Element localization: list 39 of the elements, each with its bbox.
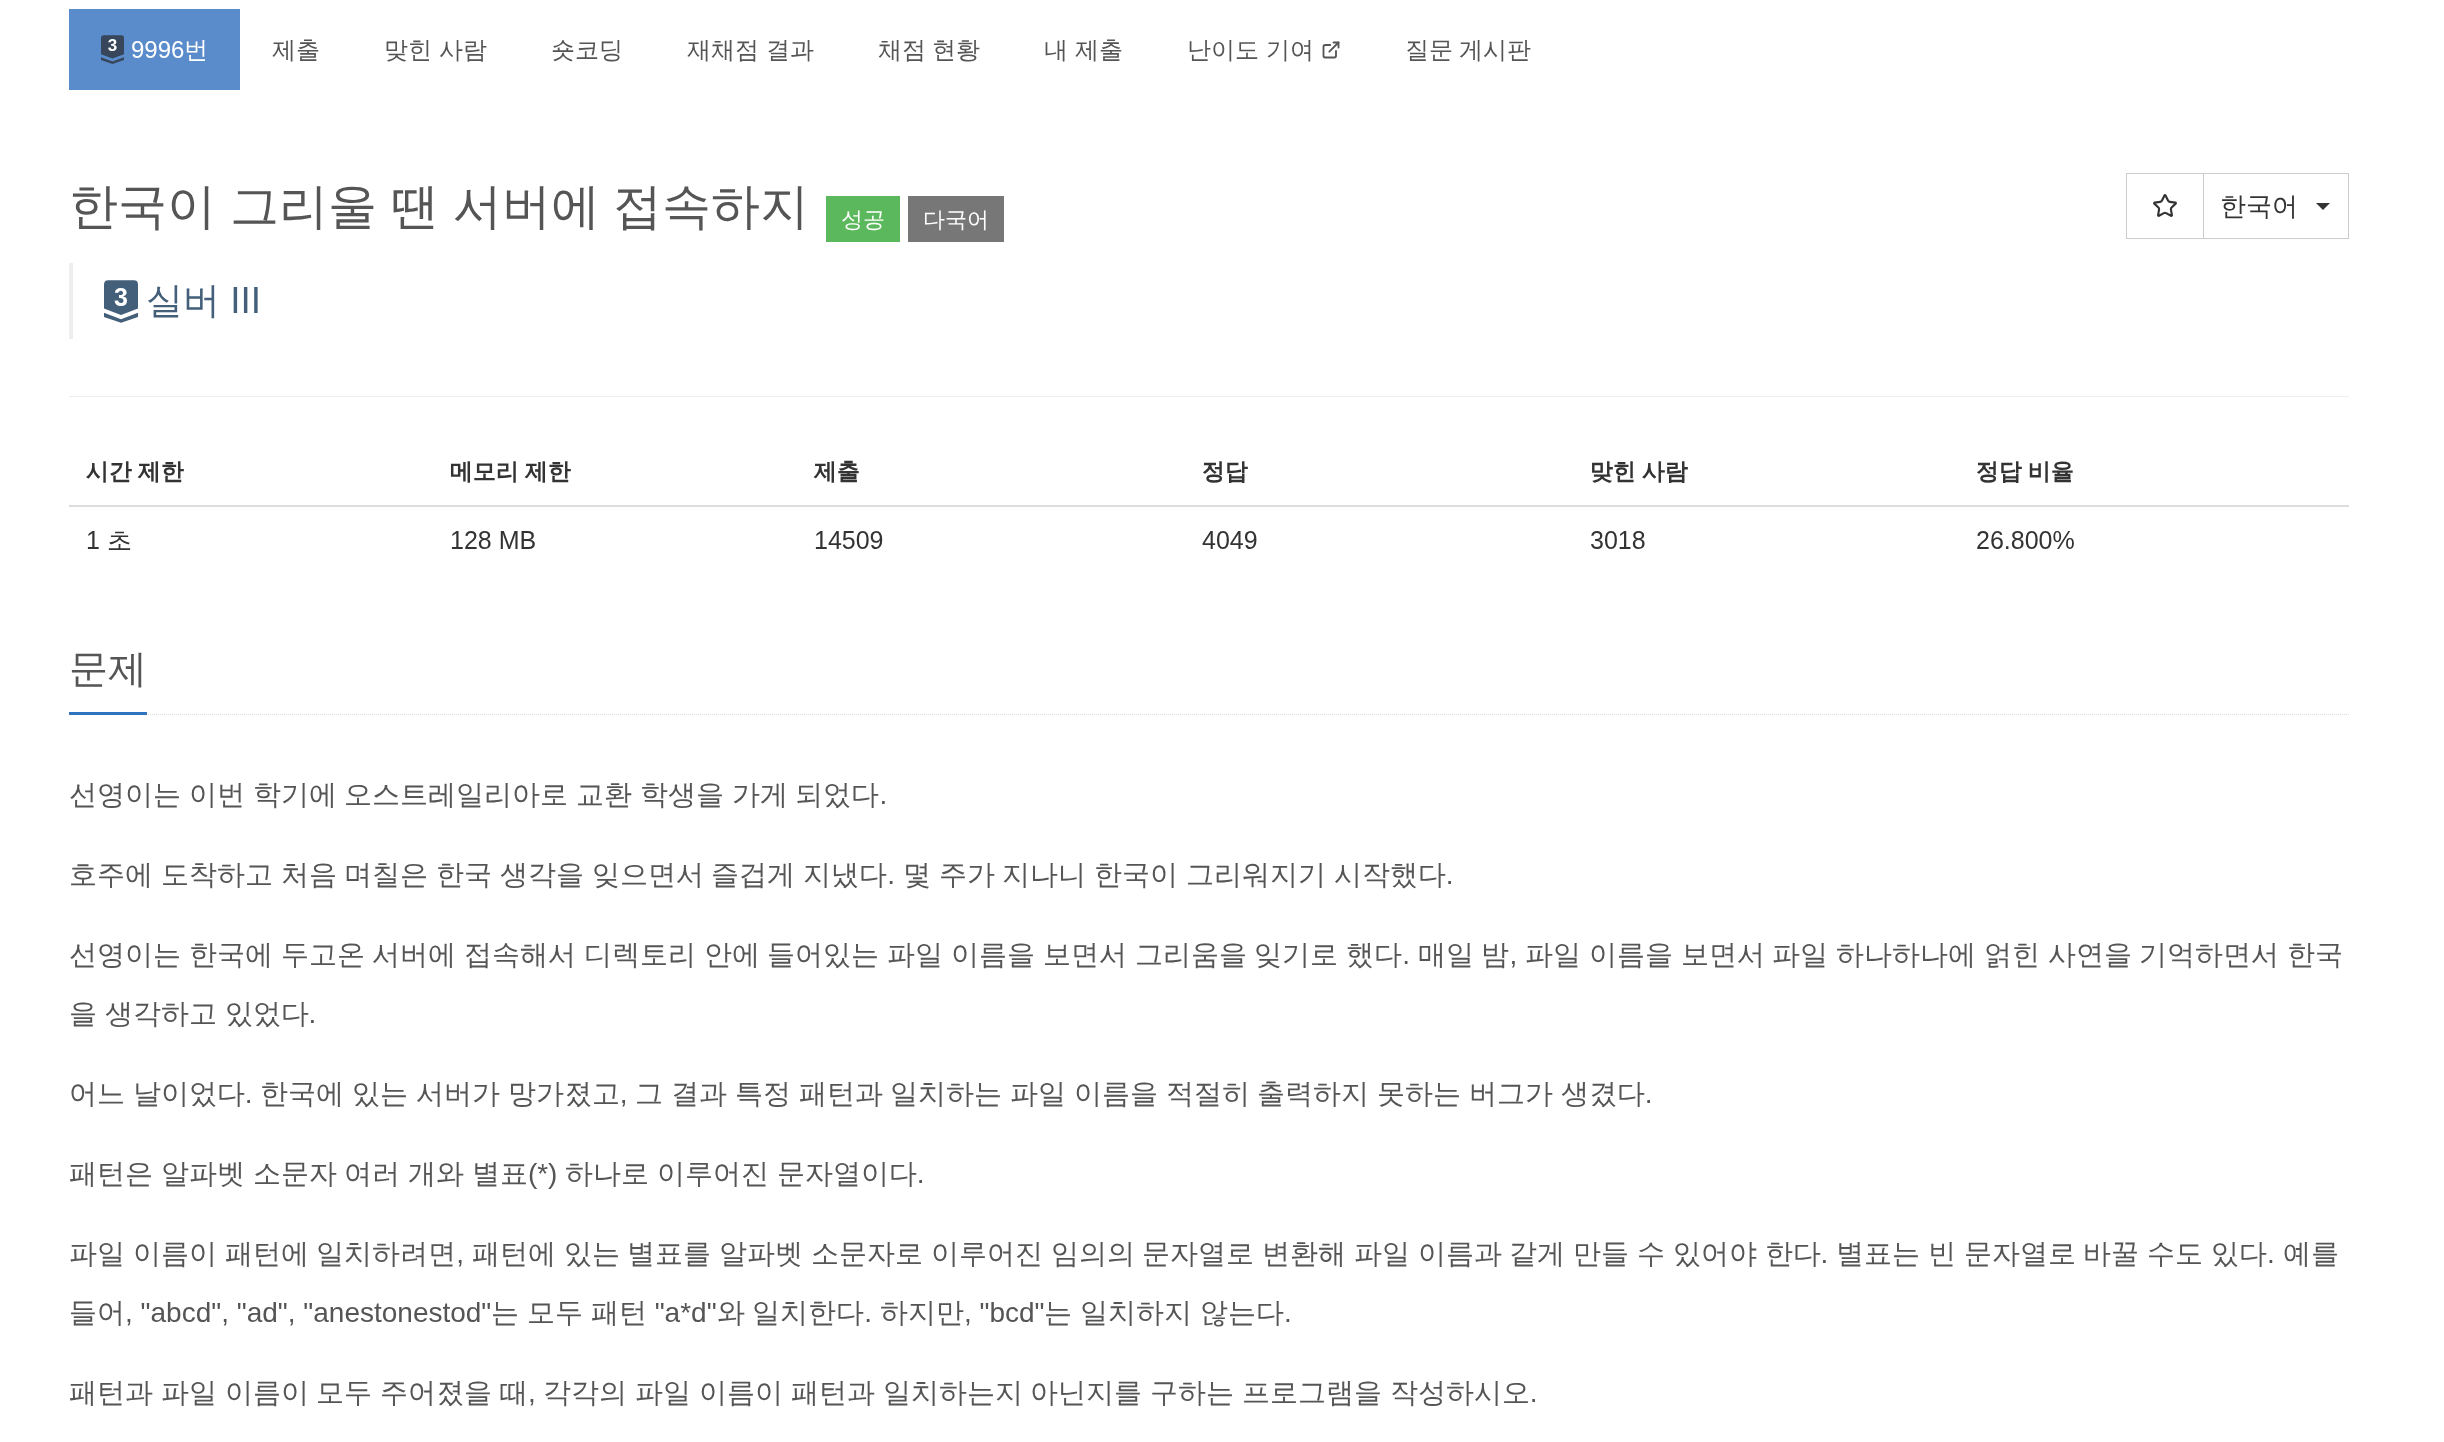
nav-tab[interactable]: 제출 — [240, 9, 353, 90]
tag: 성공 — [826, 196, 901, 242]
column-header: 시간 제한 — [85, 456, 185, 486]
nav-tab[interactable]: 맞힌 사람 — [352, 9, 520, 90]
nav-tab[interactable]: 숏코딩 — [519, 9, 656, 90]
paragraph: 패턴과 파일 이름이 모두 주어졌을 때, 각각의 파일 이름이 패턴과 일치하는지 아닌지를 구하는 프로그램을 작성하시오. — [69, 1376, 1539, 1410]
problem-title: 한국이 그리울 땐 서버에 접속하지 — [69, 178, 810, 235]
table-cell-text: 128 MB — [449, 525, 537, 557]
column-header: 맞힌 사람 — [1589, 456, 1689, 486]
nav-tab[interactable]: 채점 현황 — [845, 9, 1013, 90]
section-heading: 문제 — [69, 646, 147, 715]
shield-icon — [101, 35, 124, 64]
paragraph: 파일 이름이 패턴에 일치하려면, 패턴에 있는 별표를 알파벳 소문자로 이루어진 임의의 문자열로 변환해 파일 이름과 같게 만들 수 있어야 한다. 별표는 빈 문자열로 바꿀 수도 있다. 예를 들어, "abcd", "ad", "anestonestod"는 모두 패턴 "a*d"와 일치한다. 하지만, "bcd"는 일치하지 않는다. — [69, 1237, 2340, 1330]
nav-tab[interactable]: 재채점 결과 — [655, 9, 846, 90]
tier-number: 3 — [107, 36, 118, 56]
paragraph: 어느 날이었다. 한국에 있는 서버가 망가졌고, 그 결과 특정 패턴과 일치하는 파일 이름을 적절히 출력하지 못하는 버그가 생겼다. — [69, 1077, 1654, 1111]
table-cell-text: 26.800% — [1975, 525, 2075, 557]
column-header: 정답 비율 — [1975, 456, 2075, 486]
paragraph: 선영이는 이번 학기에 오스트레일리아로 교환 학생을 가게 되었다. — [69, 778, 889, 812]
tier-name: 실버 III — [146, 279, 262, 324]
paragraph: 호주에 도착하고 처음 며칠은 한국 생각을 잊으면서 즐겁게 지냈다. 몇 주가 지나니 한국이 그리워지기 시작했다. — [69, 858, 1455, 892]
table-cell-text: 3018 — [1589, 525, 1646, 557]
column-header: 정답 — [1201, 456, 1248, 486]
nav-tab[interactable]: 3 9996번 — [69, 9, 241, 90]
nav-tab[interactable]: 난이도 기여 — [1155, 9, 1373, 90]
external-link-icon — [1320, 39, 1341, 60]
paragraph: 패턴은 알파벳 소문자 여러 개와 별표(*) 하나로 이루어진 문자열이다. — [69, 1157, 926, 1191]
table-cell-text: 14509 — [813, 525, 884, 557]
table-cell-text: 1 초 — [85, 525, 132, 557]
nav-tab[interactable]: 질문 게시판 — [1372, 9, 1564, 90]
column-header: 제출 — [813, 456, 860, 486]
nav-tab[interactable]: 내 제출 — [1012, 9, 1156, 90]
shield-icon — [104, 279, 138, 323]
tier-number: 3 — [114, 281, 128, 312]
tag: 다국어 — [908, 196, 1005, 242]
paragraph: 선영이는 한국에 두고온 서버에 접속해서 디렉토리 안에 들어있는 파일 이름을 보면서 그리움을 잊기로 했다. 매일 밤, 파일 이름을 보면서 파일 하나하나에 얽힌 사연을 기억하면서 한국을 생각하고 있었다. — [69, 938, 2345, 1031]
table-cell-text: 4049 — [1201, 525, 1258, 557]
column-header: 메모리 제한 — [449, 456, 572, 486]
caret-icon — [2316, 202, 2330, 210]
